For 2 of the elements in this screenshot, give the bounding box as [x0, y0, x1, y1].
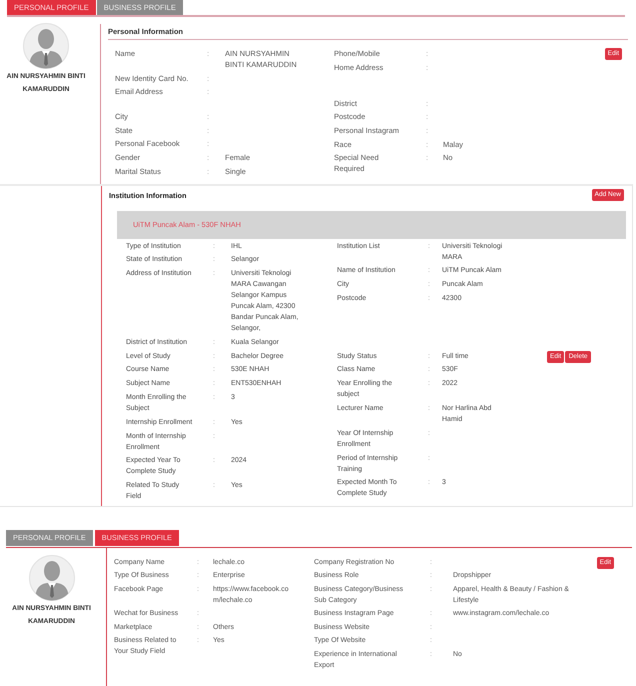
- user-avatar-icon: [23, 23, 69, 69]
- user-avatar-icon: [28, 554, 74, 600]
